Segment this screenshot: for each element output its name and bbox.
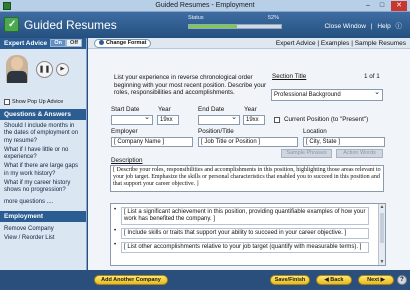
- scroll-up-icon[interactable]: ▲: [379, 204, 385, 210]
- app-header: ✓ Guided Resumes Status 52% Close Window…: [0, 12, 410, 38]
- format-icon: [99, 40, 104, 46]
- position-label: Position/Title: [198, 128, 234, 135]
- section-title-label: Section Title: [272, 73, 307, 80]
- current-position-checkbox[interactable]: [274, 117, 280, 123]
- app-logo: ✓: [4, 17, 19, 32]
- show-popup-checkbox[interactable]: [4, 99, 10, 105]
- qa-header: Questions & Answers: [0, 109, 86, 120]
- employer-label: Employer: [111, 128, 138, 135]
- current-position-label: Current Position (to "Present"): [284, 116, 369, 123]
- remove-company-link[interactable]: Remove Company: [0, 225, 86, 235]
- start-year-label: Year: [158, 106, 171, 113]
- close-window-link[interactable]: Close Window: [324, 23, 366, 30]
- advisor-panel: ❚❚ ▶: [0, 49, 86, 97]
- location-input[interactable]: [ City, State ]: [303, 137, 385, 147]
- bullet-marker: •: [114, 207, 117, 213]
- qa-item[interactable]: What if my career history shows no progr…: [4, 180, 82, 195]
- change-format-label: Change Format: [106, 40, 147, 46]
- bullet-marker: •: [114, 242, 117, 248]
- status-progress-fill: [189, 25, 237, 28]
- status-label: Status: [188, 15, 204, 21]
- scroll-down-icon[interactable]: ▼: [379, 259, 385, 265]
- bullet-scrollbar[interactable]: ▲ ▼: [378, 204, 385, 265]
- advisor-face: [11, 57, 23, 70]
- toolbar: Change Format Expert Advice | Examples |…: [88, 38, 410, 49]
- save-finish-button[interactable]: Save/Finish: [270, 275, 310, 285]
- toolbar-links[interactable]: Expert Advice | Examples | Sample Resume…: [276, 40, 406, 47]
- position-input[interactable]: [ Job Title or Position ]: [198, 137, 298, 147]
- maximize-button[interactable]: □: [376, 1, 388, 11]
- bullet-item: • [ List other accomplishments relative t…: [114, 242, 385, 253]
- status-progress-bar: [188, 24, 282, 29]
- view-reorder-list-link[interactable]: View / Reorder List: [0, 234, 86, 244]
- page-counter: 1 of 1: [364, 73, 380, 80]
- header-separator: |: [370, 23, 373, 30]
- section-title-select[interactable]: Professional Background: [271, 89, 383, 101]
- show-popup-row[interactable]: Show Pop Up Advice: [0, 97, 86, 107]
- end-year-input[interactable]: 19xx: [243, 115, 265, 125]
- window-titlebar: Guided Resumes - Employment – □ ✕: [0, 0, 410, 12]
- expert-advice-title: Expert Advice: [4, 40, 48, 47]
- start-year-input[interactable]: 19xx: [157, 115, 179, 125]
- advisor-suit: [7, 71, 27, 83]
- advice-off-toggle[interactable]: Off: [66, 39, 82, 47]
- change-format-button[interactable]: Change Format: [94, 39, 152, 48]
- qa-item[interactable]: What if I have little or no experience?: [4, 147, 82, 162]
- expert-advice-header: Expert Advice On Off: [0, 38, 86, 49]
- action-words-button[interactable]: Action Words: [336, 149, 383, 158]
- back-button[interactable]: ◀ Back: [316, 275, 352, 285]
- help-link[interactable]: Help: [377, 23, 390, 30]
- bullet-input[interactable]: [ List a significant achievement in this…: [121, 207, 369, 225]
- description-input[interactable]: [ Describe your roles, responsibilities …: [110, 165, 384, 192]
- window-title: Guided Resumes - Employment: [155, 2, 255, 9]
- qa-title: Questions & Answers: [4, 111, 71, 118]
- location-label: Location: [303, 128, 327, 135]
- next-button[interactable]: Next ▶: [358, 275, 394, 285]
- play-button[interactable]: ▶: [56, 63, 69, 76]
- info-icon[interactable]: ⓘ: [396, 23, 403, 30]
- pause-button[interactable]: ❚❚: [36, 61, 53, 78]
- description-label: Description: [111, 157, 143, 164]
- end-year-label: Year: [244, 106, 257, 113]
- end-month-select[interactable]: [198, 115, 240, 125]
- bullet-list: • [ List a significant achievement in thi…: [110, 203, 386, 266]
- employment-title: Employment: [4, 212, 44, 220]
- start-month-select[interactable]: [111, 115, 153, 125]
- sample-phrases-button[interactable]: Sample Phrases: [281, 149, 332, 158]
- start-date-label: Start Date: [111, 106, 140, 113]
- employer-input[interactable]: [ Company Name ]: [111, 137, 193, 147]
- minimize-button[interactable]: –: [362, 1, 374, 11]
- end-date-label: End Date: [198, 106, 225, 113]
- sidebar: Expert Advice On Off ❚❚ ▶ Show Pop Up Adv…: [0, 38, 87, 270]
- add-company-button[interactable]: Add Another Company: [94, 275, 168, 285]
- qa-item[interactable]: Should I include months in the dates of …: [4, 123, 82, 145]
- employment-header: Employment: [0, 210, 86, 222]
- bullet-input[interactable]: [ Include skills or traits that support …: [121, 228, 369, 239]
- close-window-button[interactable]: ✕: [391, 1, 407, 11]
- bullet-input[interactable]: [ List other accomplishments relative to…: [121, 242, 369, 253]
- scroll-thumb[interactable]: [380, 213, 384, 243]
- check-icon: ✓: [8, 19, 17, 30]
- bullet-item: • [ Include skills or traits that support…: [114, 228, 385, 239]
- advice-on-toggle[interactable]: On: [50, 39, 67, 47]
- show-popup-label: Show Pop Up Advice: [12, 99, 64, 105]
- bullet-item: • [ List a significant achievement in thi…: [114, 207, 385, 225]
- intro-text: List your experience in reverse chronolo…: [114, 74, 267, 97]
- help-icon[interactable]: ?: [397, 275, 407, 285]
- app-title: Guided Resumes: [24, 18, 117, 32]
- qa-list: Should I include months in the dates of …: [0, 120, 86, 211]
- qa-item[interactable]: What if there are large gaps in my work …: [4, 163, 82, 178]
- status-percent: 52%: [268, 15, 280, 21]
- bullet-marker: •: [114, 228, 117, 234]
- more-questions-link[interactable]: more questions ....: [4, 199, 82, 206]
- footer: Add Another Company Save/Finish ◀ Back N…: [0, 270, 410, 290]
